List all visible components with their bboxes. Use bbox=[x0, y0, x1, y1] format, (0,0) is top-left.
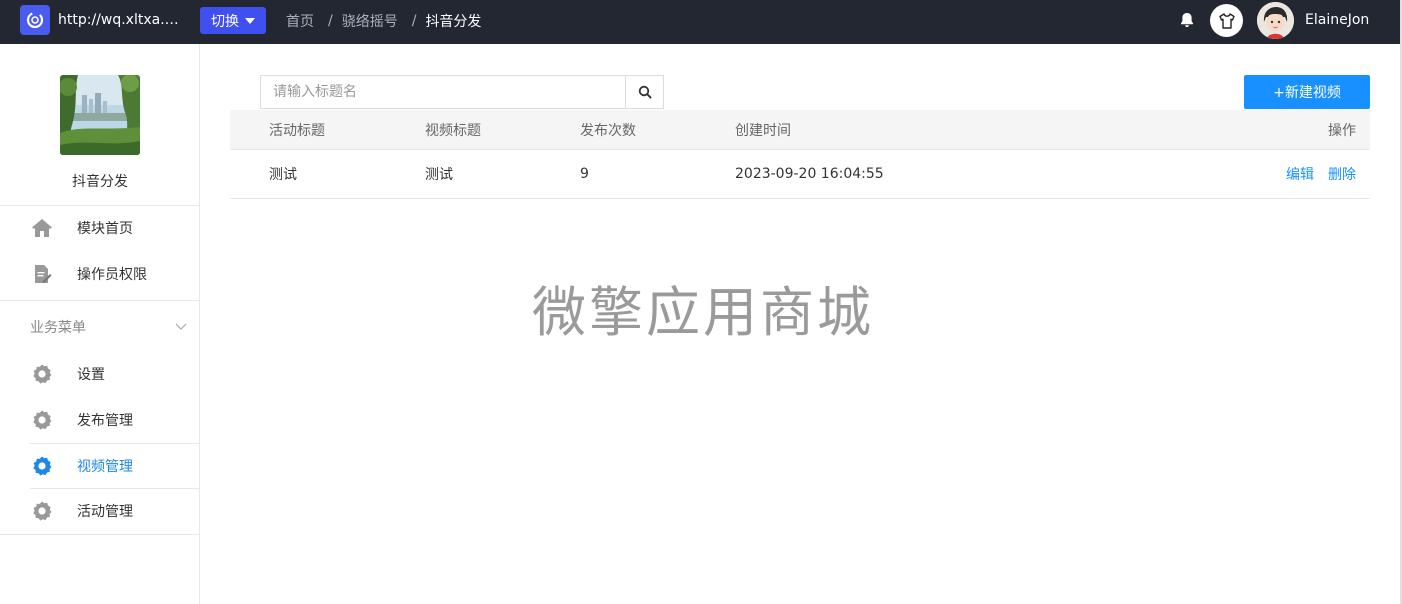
table-header: 活动标题 视频标题 发布次数 创建时间 操作 bbox=[230, 110, 1370, 150]
shirt-icon bbox=[1218, 12, 1235, 29]
cell-video-title: 测试 bbox=[425, 167, 453, 183]
video-table: 活动标题 视频标题 发布次数 创建时间 操作 测试 测试 9 2023-09-2… bbox=[230, 110, 1370, 199]
search-box bbox=[260, 75, 664, 109]
edit-link[interactable]: 编辑 bbox=[1286, 167, 1314, 183]
sidebar-item-label: 模块首页 bbox=[77, 220, 133, 237]
search-icon bbox=[638, 85, 652, 99]
chevron-down-icon[interactable] bbox=[175, 320, 187, 332]
landscape-image bbox=[60, 75, 140, 155]
new-video-button[interactable]: +新建视频 bbox=[1244, 75, 1370, 109]
theme-button[interactable] bbox=[1210, 4, 1243, 37]
sidebar-item-label: 视频管理 bbox=[77, 459, 133, 475]
sidebar-item-publish-management[interactable]: 发布管理 bbox=[30, 397, 199, 442]
column-header-publish-count: 发布次数 bbox=[580, 122, 636, 139]
column-header-created-at: 创建时间 bbox=[735, 122, 791, 139]
cell-created-at: 2023-09-20 16:04:55 bbox=[735, 166, 884, 182]
app-logo[interactable] bbox=[20, 5, 50, 35]
user-avatar[interactable] bbox=[1257, 2, 1294, 39]
sidebar-item-label: 操作员权限 bbox=[77, 266, 147, 283]
menu-group-title[interactable]: 业务菜单 bbox=[30, 317, 86, 337]
cell-publish-count: 9 bbox=[580, 166, 589, 182]
sidebar-divider bbox=[0, 300, 199, 301]
table-row: 测试 测试 9 2023-09-20 16:04:55 编辑 删除 bbox=[230, 150, 1370, 199]
sidebar-item-label: 发布管理 bbox=[77, 412, 133, 429]
title-search-input[interactable] bbox=[261, 76, 625, 108]
avatar-icon bbox=[1257, 2, 1294, 39]
logo-icon bbox=[26, 11, 44, 29]
module-thumbnail bbox=[60, 75, 140, 155]
module-name: 抖音分发 bbox=[72, 174, 128, 190]
sidebar-item-operator-permissions[interactable]: 操作员权限 bbox=[30, 251, 199, 296]
delete-link[interactable]: 删除 bbox=[1328, 167, 1356, 183]
document-edit-icon bbox=[31, 263, 53, 285]
username[interactable]: ElaineJon bbox=[1305, 12, 1369, 28]
column-header-actions: 操作 bbox=[1328, 122, 1356, 139]
sidebar: 抖音分发 模块首页 操作员权限 业务菜单 设置 发布管理 视频管理 活动管理 bbox=[0, 44, 200, 604]
caret-down-icon bbox=[245, 17, 255, 24]
sidebar-item-label: 活动管理 bbox=[77, 504, 133, 520]
column-header-activity-title: 活动标题 bbox=[269, 122, 325, 139]
gear-icon bbox=[31, 455, 53, 477]
cell-actions: 编辑 删除 bbox=[1286, 164, 1356, 184]
sidebar-item-module-home[interactable]: 模块首页 bbox=[30, 205, 199, 250]
column-header-video-title: 视频标题 bbox=[425, 122, 481, 139]
breadcrumb: 首页 / 骁络摇号 / 抖音分发 bbox=[286, 11, 481, 31]
switch-label: 切换 bbox=[211, 13, 239, 30]
gear-icon bbox=[31, 500, 53, 522]
sidebar-divider bbox=[0, 534, 199, 535]
sidebar-item-video-management[interactable]: 视频管理 bbox=[30, 443, 199, 488]
search-button[interactable] bbox=[625, 76, 663, 108]
breadcrumb-separator: / bbox=[328, 13, 333, 29]
cell-activity-title: 测试 bbox=[269, 167, 297, 183]
sidebar-item-settings[interactable]: 设置 bbox=[30, 351, 199, 396]
gear-icon bbox=[31, 363, 53, 385]
bell-icon[interactable] bbox=[1178, 11, 1196, 29]
sidebar-item-activity-management[interactable]: 活动管理 bbox=[30, 488, 199, 533]
watermark: 微擎应用商城 bbox=[532, 281, 874, 344]
breadcrumb-current: 抖音分发 bbox=[425, 14, 482, 30]
breadcrumb-separator: / bbox=[411, 13, 417, 29]
switch-button[interactable]: 切换 bbox=[200, 7, 266, 34]
sidebar-item-label: 设置 bbox=[77, 366, 105, 383]
breadcrumb-home[interactable]: 首页 bbox=[286, 11, 314, 31]
breadcrumb-app[interactable]: 骁络摇号 bbox=[342, 11, 398, 31]
home-icon bbox=[31, 217, 53, 239]
site-url[interactable]: http://wq.xltxa.… bbox=[58, 12, 183, 28]
top-bar: http://wq.xltxa.… 切换 首页 / 骁络摇号 / 抖音分发 El… bbox=[0, 0, 1400, 44]
gear-icon bbox=[31, 409, 53, 431]
